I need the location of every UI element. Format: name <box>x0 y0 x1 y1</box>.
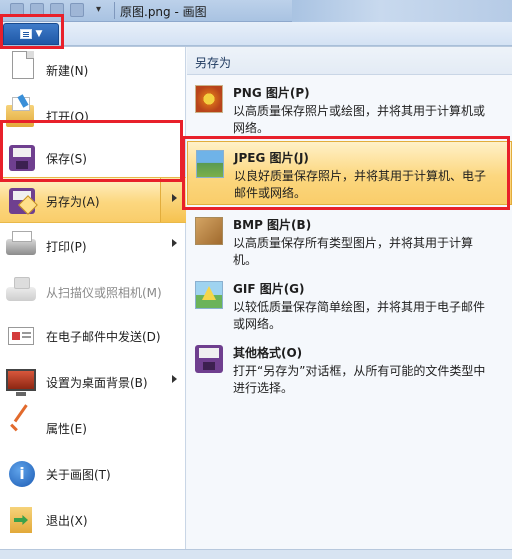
save-as-gif[interactable]: GIF 图片(G) 以较低质量保存简单绘图，并将其用于电子邮件或网络。 <box>187 273 512 337</box>
option-description: 以高质量保存所有类型图片，并将其用于计算机。 <box>233 236 474 267</box>
save-as-other-formats[interactable]: 其他格式(O) 打开“另存为”对话框，从所有可能的文件类型中进行选择。 <box>187 337 512 401</box>
highlight-box-save-as <box>0 120 183 182</box>
option-description: 以高质量保存照片或绘图，并将其用于计算机或网络。 <box>233 104 486 135</box>
title-bar-glass <box>292 0 512 22</box>
menu-item-save-as[interactable]: 另存为(A) <box>0 177 186 223</box>
save-as-submenu: 另存为 PNG 图片(P) 以高质量保存照片或绘图，并将其用于计算机或网络。 J… <box>187 47 512 559</box>
save-as-png[interactable]: PNG 图片(P) 以高质量保存照片或绘图，并将其用于计算机或网络。 <box>187 77 512 141</box>
menu-item-set-desktop-background[interactable]: 设置为桌面背景(B) <box>0 359 186 405</box>
menu-item-label: 设置为桌面背景(B) <box>46 376 148 390</box>
menu-item-label: 从扫描仪或照相机(M) <box>46 286 162 300</box>
quick-access-icon[interactable] <box>70 3 84 17</box>
option-description: 以较低质量保存简单绘图，并将其用于电子邮件或网络。 <box>233 300 486 331</box>
menu-item-properties[interactable]: 属性(E) <box>0 405 186 451</box>
option-description: 打开“另存为”对话框，从所有可能的文件类型中进行选择。 <box>233 364 486 395</box>
exit-door-icon <box>10 507 32 533</box>
menu-item-from-scanner[interactable]: 从扫描仪或照相机(M) <box>0 269 186 315</box>
option-title: BMP 图片(B) <box>233 218 312 232</box>
chevron-right-icon <box>172 194 177 202</box>
quick-access-dropdown-icon[interactable]: ▾ <box>96 4 101 15</box>
menu-item-label: 另存为(A) <box>46 195 100 209</box>
menu-item-label: 属性(E) <box>46 422 87 436</box>
highlight-box-menu-button <box>0 14 64 49</box>
menu-item-label: 关于画图(T) <box>46 468 111 482</box>
menu-item-label: 退出(X) <box>46 514 88 528</box>
email-icon <box>8 327 34 345</box>
menu-item-exit[interactable]: 退出(X) <box>0 497 186 543</box>
info-icon: i <box>9 461 35 487</box>
menu-item-about[interactable]: i 关于画图(T) <box>0 451 186 497</box>
option-title: GIF 图片(G) <box>233 282 305 296</box>
title-separator <box>114 2 115 19</box>
gif-image-icon <box>195 281 223 309</box>
printer-icon <box>6 231 36 255</box>
submenu-header: 另存为 <box>187 47 512 75</box>
highlight-box-jpeg <box>182 136 510 210</box>
menu-item-label: 打印(P) <box>46 240 87 254</box>
menu-item-label: 新建(N) <box>46 64 89 78</box>
menu-item-print[interactable]: 打印(P) <box>0 223 186 269</box>
option-title: PNG 图片(P) <box>233 86 310 100</box>
window-title: 原图.png - 画图 <box>120 5 207 19</box>
png-image-icon <box>195 85 223 113</box>
status-bar <box>0 549 512 559</box>
ribbon-strip <box>0 22 512 46</box>
title-bar: ▾ 原图.png - 画图 <box>0 0 512 22</box>
menu-item-new[interactable]: 新建(N) <box>0 47 186 93</box>
submenu-title: 另存为 <box>195 56 232 70</box>
option-title: 其他格式(O) <box>233 346 303 360</box>
bmp-image-icon <box>195 217 223 245</box>
menu-item-send-email[interactable]: 在电子邮件中发送(D) <box>0 313 186 359</box>
menu-item-label: 在电子邮件中发送(D) <box>46 330 161 344</box>
desktop-monitor-icon <box>6 369 36 396</box>
new-file-icon <box>12 51 34 79</box>
save-as-bmp[interactable]: BMP 图片(B) 以高质量保存所有类型图片，并将其用于计算机。 <box>187 209 512 273</box>
chevron-right-icon <box>172 239 177 247</box>
other-formats-icon <box>195 345 223 373</box>
checkmark-icon <box>6 412 36 442</box>
chevron-right-icon <box>172 375 177 383</box>
scanner-camera-icon <box>6 277 36 301</box>
save-as-icon <box>9 188 35 214</box>
